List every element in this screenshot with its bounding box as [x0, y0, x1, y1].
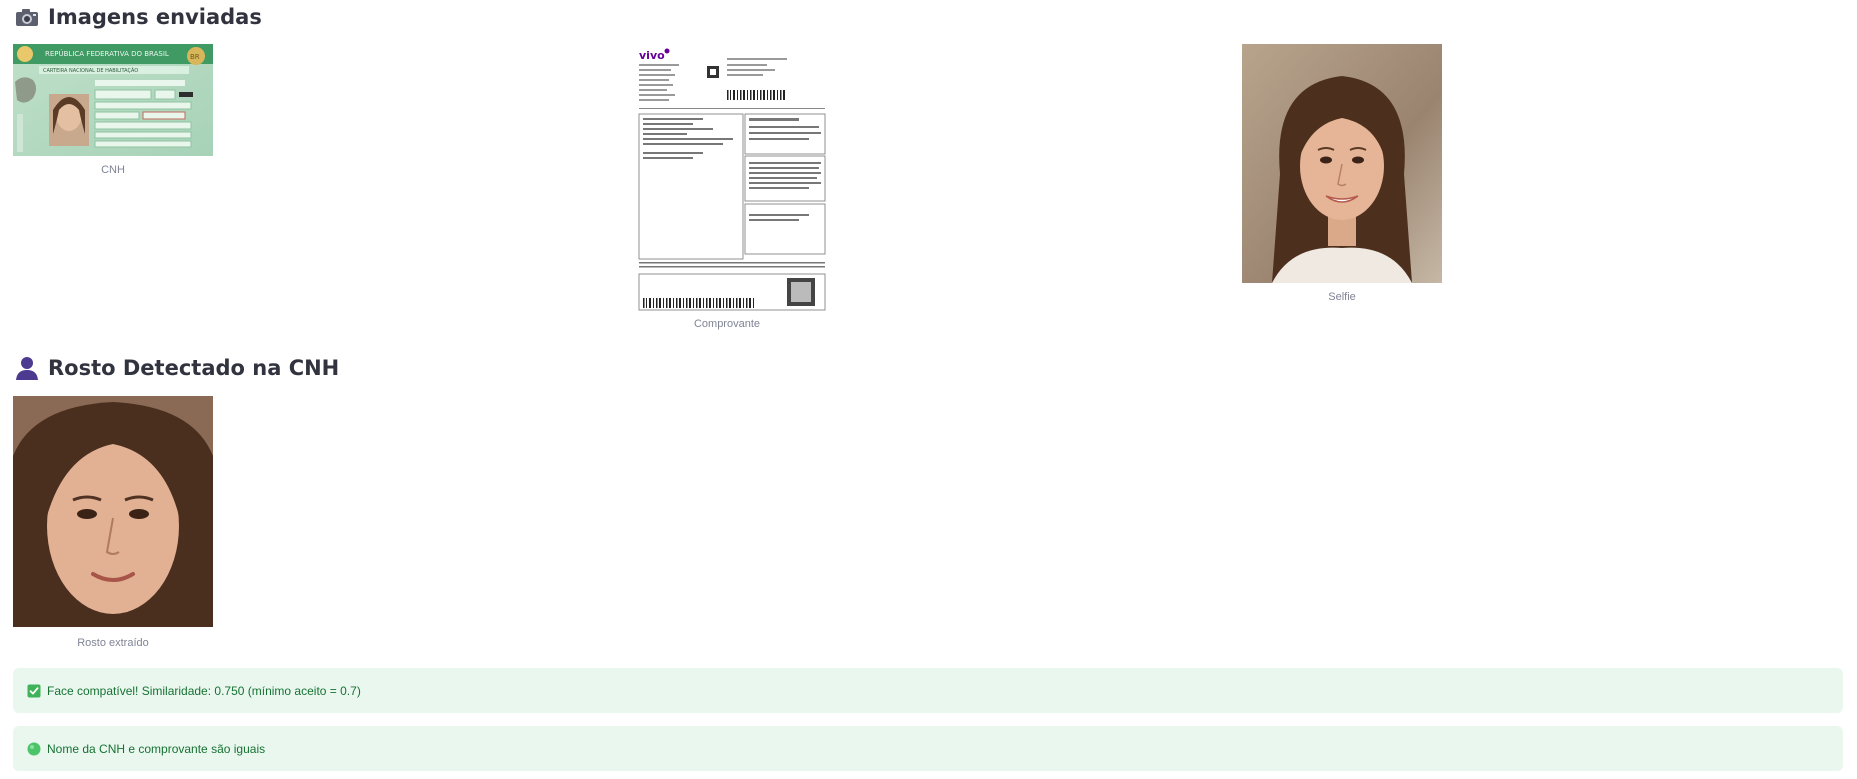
comprovante-caption: Comprovante [693, 318, 761, 330]
name-match-alert: Nome da CNH e comprovante são iguais [13, 726, 1843, 771]
green-circle-icon [27, 742, 41, 756]
cnh-caption: CNH [101, 164, 125, 176]
cnh-image: REPÚBLICA FEDERATIVA DO BRASIL BR CARTEI… [13, 44, 213, 156]
extracted-face-caption: Rosto extraído [77, 637, 149, 649]
name-match-text: Nome da CNH e comprovante são iguais [47, 741, 266, 756]
app-page: Imagens enviadas REPÚBLICA FEDERATIVA DO… [0, 0, 1857, 779]
face-match-alert: Face compatível! Similaridade: 0.750 (mí… [13, 668, 1843, 713]
extracted-face-image [13, 396, 213, 627]
uploaded-images-title-text: Imagens enviadas [48, 5, 262, 29]
cnh-sub-text: CARTEIRA NACIONAL DE HABILITAÇÃO [43, 67, 138, 74]
selfie-caption: Selfie [1328, 291, 1356, 303]
person-icon [14, 355, 40, 381]
check-icon [27, 684, 41, 698]
uploaded-images-title: Imagens enviadas [14, 4, 262, 30]
vivo-logo-text: vivo [639, 49, 665, 62]
face-detected-title: Rosto Detectado na CNH [14, 355, 339, 381]
camera-icon [14, 4, 40, 30]
cnh-badge-text: BR [190, 53, 200, 61]
face-match-text: Face compatível! Similaridade: 0.750 (mí… [47, 683, 361, 698]
cnh-header-text: REPÚBLICA FEDERATIVA DO BRASIL [45, 49, 169, 58]
comprovante-image: vivo [637, 44, 827, 312]
selfie-image [1242, 44, 1442, 283]
face-detected-title-text: Rosto Detectado na CNH [48, 356, 340, 380]
